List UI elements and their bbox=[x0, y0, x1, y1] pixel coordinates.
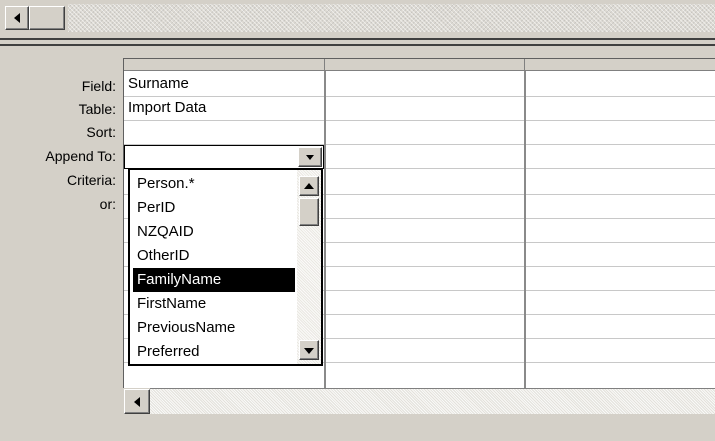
scroll-up-arrow-icon bbox=[304, 183, 314, 189]
table-pane-scroll-track[interactable] bbox=[68, 4, 715, 32]
list-item-selected[interactable]: FamilyName bbox=[133, 268, 295, 292]
grid-scroll-left-button[interactable] bbox=[124, 389, 150, 414]
list-item[interactable]: Person.* bbox=[133, 172, 295, 196]
row-label-table: Table: bbox=[78, 101, 116, 117]
column-selector-3[interactable] bbox=[525, 59, 715, 71]
scroll-thumb[interactable] bbox=[299, 198, 319, 226]
append-to-value bbox=[125, 146, 129, 168]
list-item[interactable]: Preferred bbox=[133, 340, 295, 364]
list-item[interactable]: PreviousName bbox=[133, 316, 295, 340]
cell-field-2[interactable] bbox=[326, 73, 524, 95]
cell-table-1[interactable]: Import Data bbox=[124, 97, 324, 119]
append-to-dropdown-button[interactable] bbox=[298, 147, 322, 167]
row-label-field: Field: bbox=[81, 78, 116, 94]
append-to-dropdown-list[interactable]: Person.* PerID NZQAID OtherID FamilyName… bbox=[128, 168, 323, 366]
dropdown-arrow-icon bbox=[306, 155, 314, 160]
row-label-sort: Sort: bbox=[86, 124, 116, 140]
column-selector-2[interactable] bbox=[325, 59, 525, 71]
append-to-combobox[interactable] bbox=[124, 145, 324, 169]
table-pane-scroll-thumb[interactable] bbox=[29, 6, 65, 30]
scroll-left-arrow-icon bbox=[14, 13, 20, 23]
cell-sort-1[interactable] bbox=[124, 121, 324, 143]
grid-column-divider bbox=[324, 71, 326, 389]
scroll-down-arrow-icon bbox=[304, 348, 314, 354]
list-item[interactable]: OtherID bbox=[133, 244, 295, 268]
column-selector-1[interactable] bbox=[124, 59, 325, 71]
cell-field-1[interactable]: Surname bbox=[124, 73, 324, 95]
list-item[interactable]: FirstName bbox=[133, 292, 295, 316]
grid-scroll-track[interactable] bbox=[150, 388, 715, 414]
scroll-down-button[interactable] bbox=[299, 340, 319, 360]
list-item[interactable]: PerID bbox=[133, 196, 295, 220]
table-pane bbox=[0, 0, 715, 34]
pane-splitter[interactable] bbox=[0, 38, 715, 46]
row-label-append-to: Append To: bbox=[45, 148, 116, 164]
list-item[interactable]: NZQAID bbox=[133, 220, 295, 244]
dropdown-vertical-scrollbar[interactable] bbox=[297, 170, 321, 364]
row-label-or: or: bbox=[99, 196, 116, 212]
scroll-left-arrow-icon bbox=[134, 397, 140, 407]
scroll-up-button[interactable] bbox=[299, 176, 319, 196]
row-label-criteria: Criteria: bbox=[66, 172, 116, 188]
cell-field-3[interactable] bbox=[526, 73, 715, 95]
grid-column-divider bbox=[524, 71, 526, 389]
table-pane-scroll-left-button[interactable] bbox=[5, 6, 29, 30]
